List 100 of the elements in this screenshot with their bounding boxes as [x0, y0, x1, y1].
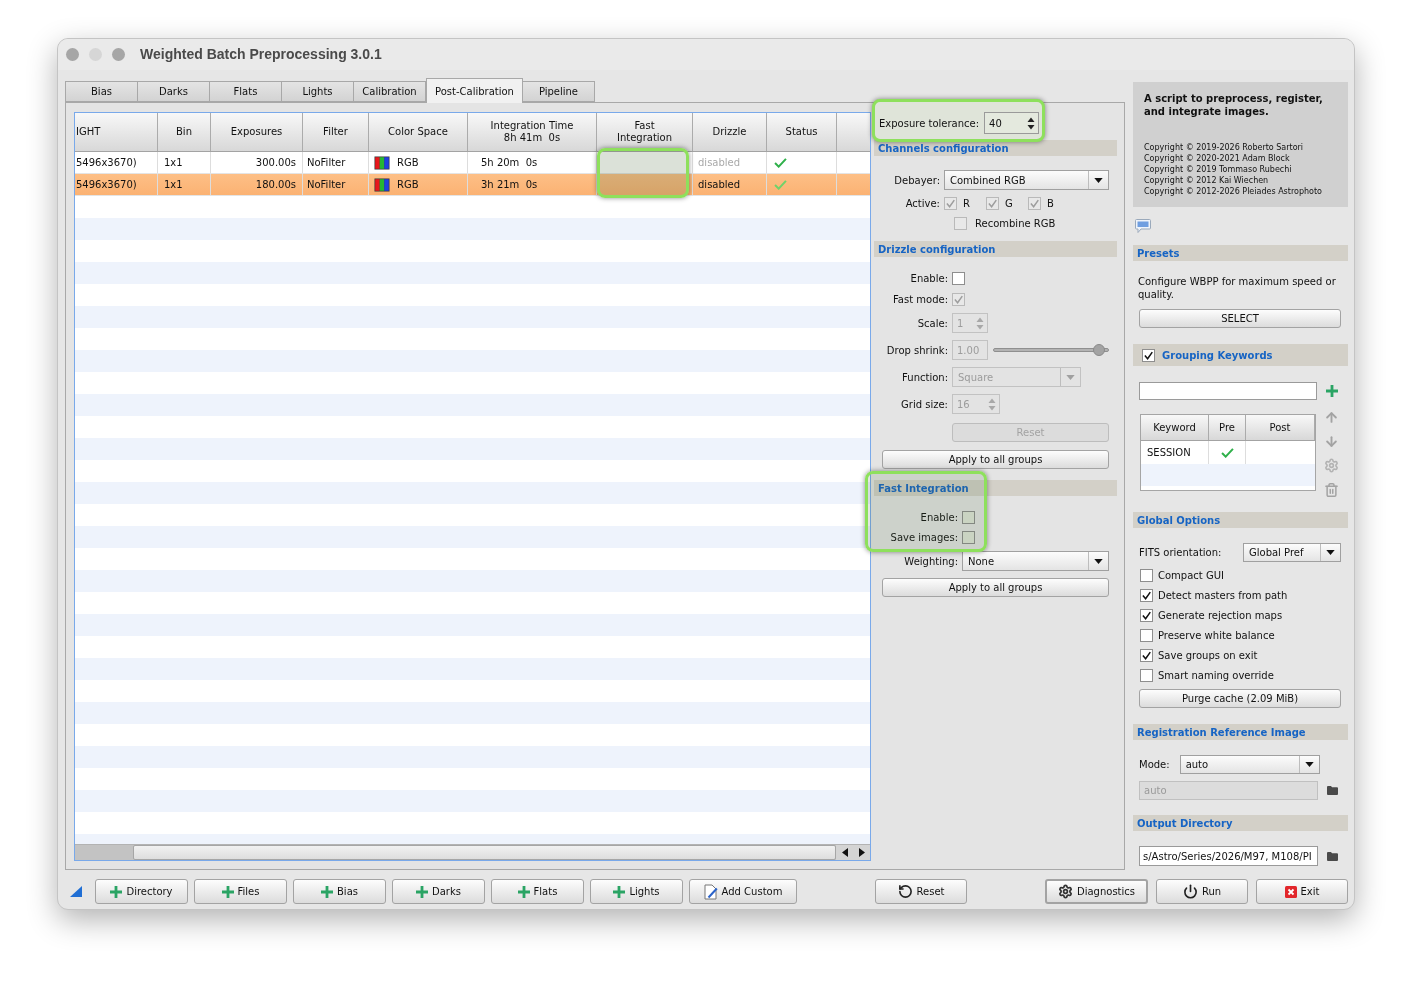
checkbox[interactable] [1140, 628, 1153, 642]
tab[interactable]: Pipeline [521, 81, 595, 102]
arrow-down-icon[interactable] [1324, 434, 1339, 449]
folder-icon[interactable] [1327, 851, 1338, 861]
purge-cache-button[interactable]: Purge cache (2.09 MiB) [1139, 689, 1341, 708]
exit-button[interactable]: Exit [1256, 879, 1348, 904]
scroll-right-icon[interactable] [858, 848, 865, 857]
color-space-text: RGB [397, 156, 419, 170]
speech-bubble-icon[interactable] [1135, 219, 1151, 233]
table-cell: 1x1 [158, 152, 211, 173]
checkbox-label: Save groups on exit [1158, 648, 1258, 663]
plus-icon [221, 885, 234, 898]
section-title: Fast Integration [878, 481, 969, 496]
field-label: Enable: [909, 271, 948, 286]
table-cell: 5496x3670) [75, 174, 158, 195]
checkbox-label: Detect masters from path [1158, 588, 1288, 603]
horizontal-scrollbar[interactable] [75, 844, 870, 860]
add-custom-button[interactable]: Add Custom [689, 879, 797, 904]
checkbox-label: Smart naming override [1158, 668, 1274, 683]
fits-orientation-dropdown[interactable]: Global Pref [1243, 543, 1341, 562]
checkbox[interactable] [1140, 668, 1153, 682]
field-label: Drop shrink: [885, 343, 948, 358]
column-header[interactable]: Fast Integration [597, 113, 693, 151]
field-label: Active: [904, 196, 940, 211]
rotate-arrow-icon [897, 884, 913, 899]
column-header[interactable]: Drizzle [693, 113, 767, 151]
copyright-line: Copyright © 2020-2021 Adam Block [1144, 153, 1291, 164]
table-cell: 5h 20m 0s [468, 152, 597, 173]
column-header[interactable]: Integration Time 8h 41m 0s [468, 113, 597, 151]
checkbox-label: G [1005, 196, 1013, 211]
gear-icon[interactable] [1324, 458, 1339, 473]
plus-icon[interactable] [1326, 385, 1338, 397]
scroll-left-icon[interactable] [841, 848, 848, 857]
window-zoom-button[interactable] [112, 48, 125, 61]
column-header[interactable]: Filter [303, 113, 369, 151]
caret-icon [1094, 558, 1103, 564]
add-button[interactable]: Flats [491, 879, 584, 904]
tab[interactable]: Lights [281, 81, 354, 102]
table-row[interactable]: 5496x3670) 1x1 180.00s NoFilter RGB 3h 21m 0s disabled [75, 174, 870, 196]
run-button[interactable]: Run [1156, 879, 1248, 904]
column-header[interactable]: Color Space [369, 113, 468, 151]
trash-icon[interactable] [1324, 482, 1339, 498]
folder-icon[interactable] [1327, 786, 1338, 795]
column-header[interactable]: Post [1246, 415, 1315, 440]
weighting-dropdown[interactable]: None [962, 551, 1109, 571]
tab[interactable]: Post-Calibration [426, 78, 523, 103]
rgb-swatch-icon [374, 155, 390, 170]
section-title: Registration Reference Image [1137, 725, 1306, 740]
copyright-line: Copyright © 2012-2026 Pleiades Astrophoto [1144, 186, 1323, 197]
column-header[interactable]: Pre [1209, 415, 1246, 440]
checkbox[interactable] [1140, 568, 1153, 582]
color-space-text: RGB [397, 178, 419, 192]
checkbox-label: Generate rejection maps [1158, 608, 1283, 623]
diagnostics-button[interactable]: Diagnostics [1045, 879, 1148, 904]
keyword-input[interactable] [1139, 382, 1317, 400]
checkbox-label: Recombine RGB [975, 216, 1056, 231]
reset-button[interactable]: Reset [875, 879, 967, 904]
checkbox[interactable] [962, 510, 975, 524]
table-cell: 180.00s [211, 174, 303, 195]
spin-box[interactable]: 40 [984, 112, 1040, 134]
checkbox[interactable] [1140, 648, 1153, 662]
mode-dropdown[interactable]: auto [1179, 755, 1320, 774]
checkbox[interactable] [1140, 588, 1153, 602]
checkbox[interactable] [952, 271, 965, 285]
window-title: Weighted Batch Preprocessing 3.0.1 [140, 45, 382, 64]
presets-description: Configure WBPP for maximum speed or quality. [1137, 275, 1337, 301]
output-path-field[interactable]: s/Astro/Series/2026/M97, M108/PI [1139, 846, 1318, 866]
tab[interactable]: Calibration [353, 81, 426, 102]
select-button[interactable]: SELECT [1139, 309, 1341, 328]
section-title: Channels configuration [878, 141, 1009, 156]
checkbox[interactable] [962, 530, 975, 544]
column-header[interactable]: Bin [158, 113, 211, 151]
section-title: Grouping Keywords [1162, 348, 1273, 363]
add-button[interactable]: Darks [392, 879, 485, 904]
checkbox-label: R [963, 196, 970, 211]
apply-button[interactable]: Apply to all groups [882, 450, 1109, 469]
document-pencil-icon [703, 883, 718, 900]
tab[interactable]: Flats [209, 81, 282, 102]
checkbox[interactable] [1140, 608, 1153, 622]
add-button[interactable]: Bias [293, 879, 386, 904]
add-button[interactable]: Directory [95, 879, 188, 904]
tab[interactable]: Bias [65, 81, 138, 102]
field-label: Fast mode: [892, 292, 948, 307]
column-header[interactable]: Exposures [211, 113, 303, 151]
apply-button[interactable]: Apply to all groups [882, 578, 1109, 597]
checkbox[interactable] [1142, 348, 1155, 362]
column-header[interactable]: Keyword [1141, 415, 1209, 440]
field-label: Grid size: [900, 397, 948, 412]
section-title: Output Directory [1137, 816, 1233, 831]
tab[interactable]: Darks [137, 81, 210, 102]
spin-arrows-icon[interactable] [1027, 116, 1036, 130]
table-row[interactable]: 5496x3670) 1x1 300.00s NoFilter RGB 5h 20m 0s disabled [75, 152, 870, 174]
debayer-dropdown[interactable]: Combined RGB [944, 170, 1109, 190]
add-button[interactable]: Lights [590, 879, 683, 904]
add-button[interactable]: Files [194, 879, 287, 904]
window-close-button[interactable] [66, 48, 79, 61]
field-label: Enable: [919, 510, 958, 525]
column-header[interactable]: IGHT [75, 113, 158, 151]
column-header[interactable]: Status [767, 113, 837, 151]
field-label: Weighting: [903, 554, 958, 569]
